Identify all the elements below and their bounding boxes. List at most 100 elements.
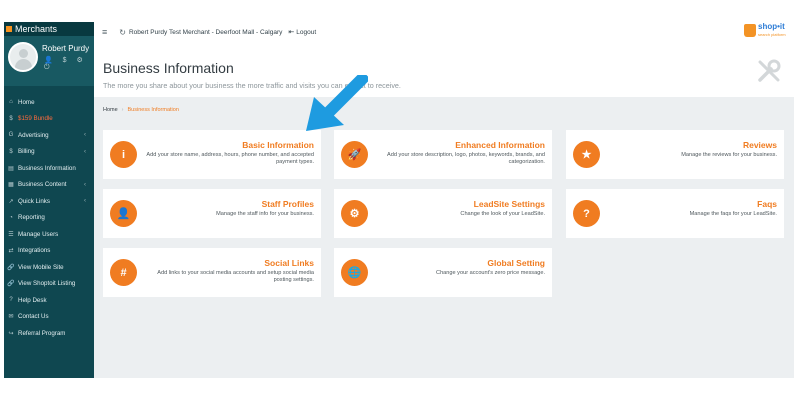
share-icon: ↗	[8, 198, 14, 205]
card-staff-profiles[interactable]: 👤 Staff Profiles Manage the staff info f…	[103, 189, 321, 238]
sidebar-item-integrations[interactable]: ⇄ Integrations	[4, 243, 94, 260]
chevron-left-icon: ‹	[84, 198, 86, 205]
google-icon: G	[8, 132, 14, 139]
merchant-name: Robert Purdy Test Merchant - Deerfoot Ma…	[128, 28, 283, 36]
hashtag-icon: #	[110, 259, 137, 286]
top-bar: ≡ ↻ Robert Purdy Test Merchant - Deerfoo…	[94, 22, 794, 42]
sidebar-item-label: View Mobile Site	[18, 263, 64, 271]
sidebar-item-advertising[interactable]: G Advertising ‹	[4, 127, 94, 144]
card-leadsite-settings[interactable]: ⚙ LeadSite Settings Change the look of y…	[334, 189, 552, 238]
breadcrumb-separator: ›	[121, 106, 124, 113]
sidebar-item-contact-us[interactable]: ✉ Contact Us	[4, 309, 94, 326]
card-description: Manage the reviews for your business.	[681, 152, 777, 158]
card-description: Add your store description, logo, photos…	[387, 152, 545, 165]
breadcrumb: Home › Business Information	[94, 102, 794, 117]
page-header: Business Information The more you share …	[94, 42, 794, 97]
main-content: Business Information The more you share …	[94, 42, 794, 378]
sidebar-item-home[interactable]: ⌂ Home	[4, 94, 94, 111]
star-icon: ★	[573, 141, 600, 168]
logout-icon[interactable]: ⇤	[288, 28, 294, 36]
gear-icon: ⚙	[341, 200, 368, 227]
sidebar-item-label: $159 Bundle	[18, 115, 53, 123]
hamburger-menu-icon[interactable]: ≡	[102, 27, 107, 37]
sidebar-item-label: Contact Us	[18, 313, 49, 321]
sidebar-item-label: Reporting	[18, 214, 45, 222]
sidebar-item-label: Business Content	[18, 181, 67, 189]
question-icon: ?	[573, 200, 600, 227]
sidebar-item-label: Manage Users	[18, 230, 59, 238]
card-title[interactable]: Staff Profiles	[262, 199, 314, 209]
card-description: Manage the faqs for your LeadSite.	[689, 211, 777, 217]
breadcrumb-home[interactable]: Home	[103, 107, 118, 113]
sidebar-item-view-shoptoit-listing[interactable]: 🔗 View Shoptoit Listing	[4, 276, 94, 293]
sidebar-item-quick-links[interactable]: ↗ Quick Links ‹	[4, 193, 94, 210]
sidebar-item-label: Business Information	[18, 164, 76, 172]
card-description: Change your account's zero price message…	[436, 270, 545, 276]
card-description: Manage the staff info for your business.	[216, 211, 314, 217]
refresh-icon[interactable]: ↻	[119, 28, 126, 37]
avatar-body-icon	[15, 59, 32, 70]
profile-panel: Robert Purdy 👤 $ ⚙ ⏻	[4, 36, 94, 86]
card-title[interactable]: Basic Information	[242, 140, 314, 150]
content-icon: ▦	[8, 182, 14, 189]
chart-icon: ◔	[9, 214, 13, 221]
card-faqs[interactable]: ? Faqs Manage the faqs for your LeadSite…	[566, 189, 784, 238]
sidebar-item-label: Home	[18, 98, 35, 106]
rocket-icon: 🚀	[341, 141, 368, 168]
sidebar-item-business-information[interactable]: ▤ Business Information	[4, 160, 94, 177]
avatar[interactable]	[8, 42, 38, 72]
sidebar-item-billing[interactable]: $ Billing ‹	[4, 144, 94, 161]
sidebar-item-business-content[interactable]: ▦ Business Content ‹	[4, 177, 94, 194]
link-icon: 🔗	[7, 264, 15, 271]
card-global-setting[interactable]: 🌐 Global Setting Change your account's z…	[334, 248, 552, 297]
page-title: Business Information	[103, 60, 234, 76]
shopping-bag-icon	[744, 24, 756, 37]
sidebar-item-label: View Shoptoit Listing	[18, 280, 76, 288]
share-arrow-icon: ↪	[8, 330, 14, 337]
sidebar-item-referral-program[interactable]: ↪ Referral Program	[4, 325, 94, 342]
profile-action-icons[interactable]: 👤 $ ⚙ ⏻	[44, 56, 94, 72]
avatar-head-icon	[19, 49, 28, 58]
sidebar-item-label: Billing	[18, 148, 35, 156]
app-window: Merchants Robert Purdy 👤 $ ⚙ ⏻ ⌂ Home $ …	[0, 0, 800, 400]
dollar-icon: $	[9, 148, 13, 155]
sidebar: Merchants Robert Purdy 👤 $ ⚙ ⏻ ⌂ Home $ …	[4, 22, 94, 378]
card-basic-information[interactable]: i Basic Information Add your store name,…	[103, 130, 321, 179]
card-reviews[interactable]: ★ Reviews Manage the reviews for your bu…	[566, 130, 784, 179]
shopit-logo[interactable]: shop•it search platform	[744, 22, 788, 40]
envelope-icon: ✉	[8, 314, 14, 321]
chevron-left-icon: ‹	[84, 132, 86, 139]
sidebar-menu: ⌂ Home $ $159 Bundle G Advertising ‹ $ B…	[4, 86, 94, 342]
sidebar-item-reporting[interactable]: ◔ Reporting	[4, 210, 94, 227]
logout-link[interactable]: Logout	[296, 29, 316, 36]
card-title[interactable]: Global Setting	[487, 258, 545, 268]
logo-tagline: search platform	[758, 32, 786, 37]
card-title[interactable]: LeadSite Settings	[474, 199, 545, 209]
card-description: Add links to your social media accounts …	[157, 270, 314, 283]
annotation-arrow-icon	[306, 75, 368, 131]
chevron-left-icon: ‹	[84, 181, 86, 188]
card-title[interactable]: Social Links	[264, 258, 314, 268]
sidebar-item-label: Quick Links	[18, 197, 50, 205]
card-description: Add your store name, address, hours, pho…	[146, 152, 314, 165]
link-icon: 🔗	[7, 281, 15, 288]
sidebar-item-label: Advertising	[18, 131, 49, 139]
card-description: Change the look of your LeadSite.	[460, 211, 545, 217]
brand-label: Merchants	[15, 24, 58, 34]
users-icon: ☰	[8, 231, 14, 238]
brand-bar[interactable]: Merchants	[4, 22, 94, 36]
card-enhanced-information[interactable]: 🚀 Enhanced Information Add your store de…	[334, 130, 552, 179]
breadcrumb-current: Business Information	[127, 106, 179, 113]
card-social-links[interactable]: # Social Links Add links to your social …	[103, 248, 321, 297]
sidebar-item-view-mobile-site[interactable]: 🔗 View Mobile Site	[4, 259, 94, 276]
card-title[interactable]: Faqs	[757, 199, 777, 209]
sidebar-item-label: Help Desk	[18, 296, 47, 304]
wrench-icon	[758, 59, 781, 82]
card-title[interactable]: Enhanced Information	[455, 140, 545, 150]
profile-name: Robert Purdy	[42, 44, 90, 53]
card-title[interactable]: Reviews	[743, 140, 777, 150]
sidebar-item-manage-users[interactable]: ☰ Manage Users	[4, 226, 94, 243]
sidebar-item-label: Integrations	[18, 247, 51, 255]
sidebar-item-bundle[interactable]: $ $159 Bundle	[4, 111, 94, 128]
sidebar-item-help-desk[interactable]: ? Help Desk	[4, 292, 94, 309]
